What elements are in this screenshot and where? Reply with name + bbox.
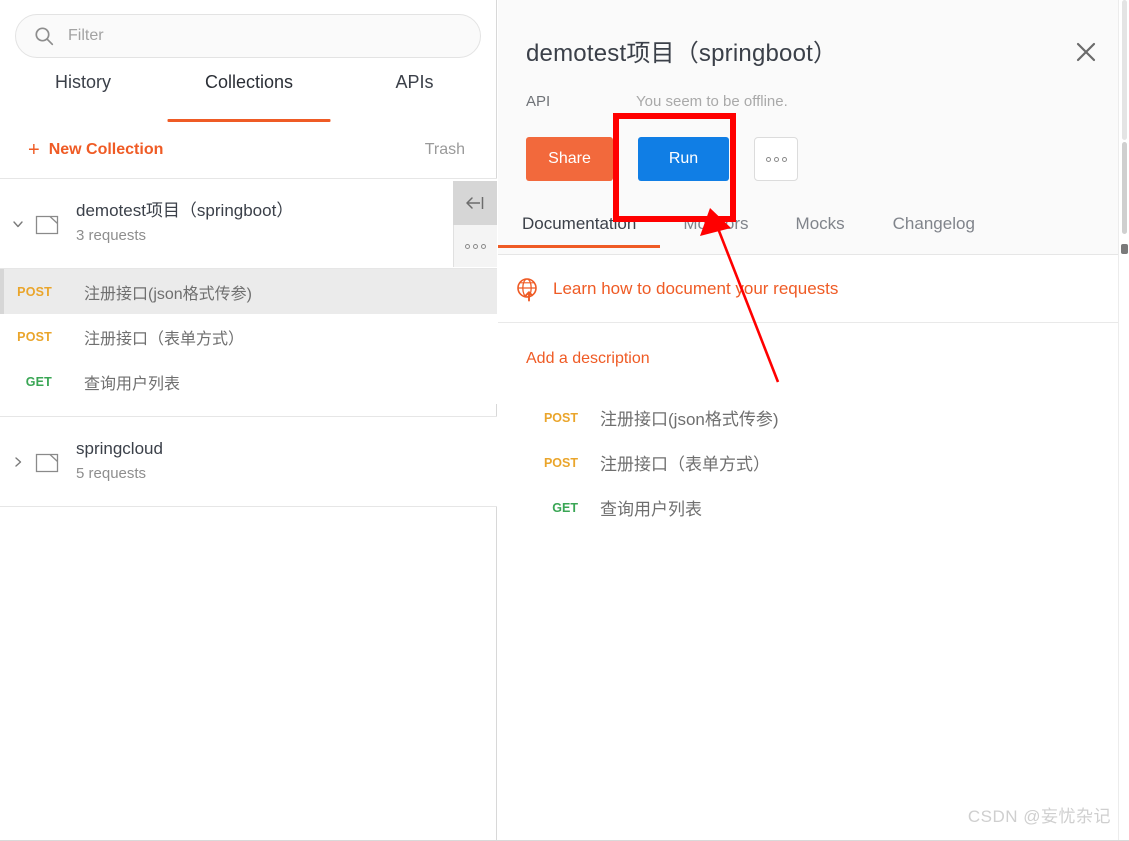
collapse-sidebar-icon — [466, 197, 484, 209]
collection-info: demotest项目（springboot） 3 requests — [76, 200, 293, 247]
request-group-demotest: POST 注册接口(json格式传参) POST 注册接口（表单方式） GET … — [0, 269, 497, 417]
offline-status: You seem to be offline. — [636, 93, 788, 110]
collection-name: demotest项目（springboot） — [76, 200, 294, 220]
add-description-link[interactable]: Add a description — [526, 350, 650, 368]
close-button[interactable] — [1069, 35, 1103, 69]
request-method: GET — [25, 374, 52, 389]
tab-history-label: History — [54, 72, 111, 92]
tab-changelog[interactable]: Changelog — [893, 210, 975, 248]
request-name: 注册接口（表单方式） — [84, 330, 245, 348]
search-bar[interactable] — [15, 14, 481, 58]
description-row[interactable]: Add a description — [498, 323, 1129, 395]
run-button[interactable]: Run — [638, 137, 729, 181]
collapse-sidebar-button[interactable] — [453, 181, 497, 225]
list-item[interactable]: POST 注册接口(json格式传参) — [518, 395, 1129, 440]
active-tab-indicator — [167, 119, 331, 122]
new-collection-label: New Collection — [48, 141, 164, 158]
api-label: API — [526, 93, 551, 110]
scrollbar-thumb[interactable] — [1122, 142, 1127, 234]
request-row[interactable]: POST 注册接口(json格式传参) — [0, 269, 497, 314]
collection-tree: demotest项目（springboot） 3 requests POST 注… — [0, 178, 497, 507]
panel-header: demotest项目（springboot） API You seem to b… — [498, 0, 1129, 255]
trash-label: Trash — [424, 141, 465, 158]
folder-icon — [34, 450, 60, 474]
plus-icon: + — [28, 139, 40, 161]
request-name: 注册接口(json格式传参) — [600, 410, 779, 429]
request-row[interactable]: GET 查询用户列表 — [0, 359, 497, 404]
tab-collections[interactable]: Collections — [166, 72, 332, 122]
list-item[interactable]: GET 查询用户列表 — [518, 485, 1129, 530]
active-panel-tab-indicator — [498, 245, 661, 248]
panel-scrollbar[interactable] — [1118, 0, 1129, 841]
collection-request-count: 5 requests — [76, 464, 147, 482]
sidebar-actions: + New Collection Trash — [0, 130, 497, 170]
close-icon — [1076, 42, 1096, 62]
tab-monitors[interactable]: Monitors — [683, 210, 748, 248]
new-collection-button[interactable]: + New Collection — [28, 140, 163, 160]
scrollbar-track-upper — [1122, 0, 1127, 140]
share-button[interactable]: Share — [526, 137, 613, 181]
request-method: POST — [17, 329, 52, 344]
trash-button[interactable]: Trash — [425, 141, 465, 159]
watermark: CSDN @妄忧杂记 — [967, 807, 1111, 826]
request-name: 注册接口(json格式传参) — [84, 285, 253, 303]
tab-documentation-label: Documentation — [522, 214, 637, 233]
more-options-icon — [465, 243, 486, 249]
chevron-right-icon[interactable] — [10, 454, 26, 470]
panel-meta: API You seem to be offline. — [526, 93, 788, 110]
request-name: 查询用户列表 — [600, 500, 702, 519]
request-method: POST — [543, 455, 578, 470]
tab-apis[interactable]: APIs — [332, 72, 497, 122]
tab-collections-label: Collections — [204, 72, 294, 92]
tab-changelog-label: Changelog — [892, 214, 975, 233]
tab-apis-label: APIs — [395, 72, 434, 92]
request-method: POST — [17, 284, 52, 299]
documentation-request-list: POST 注册接口(json格式传参) POST 注册接口（表单方式） GET … — [498, 395, 1129, 530]
collection-detail-panel: demotest项目（springboot） API You seem to b… — [498, 0, 1129, 841]
collection-info: springcloud 5 requests — [76, 438, 163, 485]
panel-actions: Share Run — [526, 137, 798, 181]
request-method: GET — [552, 500, 578, 515]
tab-documentation[interactable]: Documentation — [498, 210, 661, 248]
panel-tabs: Documentation Monitors Mocks Changelog — [498, 210, 1129, 254]
chevron-down-icon[interactable] — [10, 216, 26, 232]
learn-documentation-link[interactable]: Learn how to document your requests — [553, 279, 838, 299]
sidebar-tabs: History Collections APIs — [0, 72, 497, 122]
request-method: POST — [543, 410, 578, 425]
more-actions-button[interactable] — [754, 137, 798, 181]
folder-icon — [34, 212, 60, 236]
collection-row-springcloud[interactable]: springcloud 5 requests — [0, 417, 497, 507]
collection-name: springcloud — [76, 438, 163, 458]
globe-upload-icon — [515, 276, 541, 302]
page-title: demotest项目（springboot） — [526, 40, 838, 67]
more-actions-icon — [765, 156, 787, 162]
tab-monitors-label: Monitors — [683, 214, 749, 233]
search-input[interactable] — [68, 23, 462, 49]
postman-window: History Collections APIs + New Collectio… — [0, 0, 1129, 841]
collection-row-demotest[interactable]: demotest项目（springboot） 3 requests — [0, 179, 497, 269]
search-icon — [34, 26, 54, 46]
tab-history[interactable]: History — [0, 72, 166, 122]
tab-mocks-label: Mocks — [795, 214, 845, 233]
request-name: 注册接口（表单方式） — [600, 455, 770, 474]
scrollbar-marker — [1121, 244, 1128, 254]
tab-mocks[interactable]: Mocks — [796, 210, 845, 248]
collection-options-button[interactable] — [453, 225, 497, 267]
learn-documentation-banner[interactable]: Learn how to document your requests — [498, 255, 1129, 323]
list-item[interactable]: POST 注册接口（表单方式） — [518, 440, 1129, 485]
request-name: 查询用户列表 — [84, 375, 181, 393]
request-row[interactable]: POST 注册接口（表单方式） — [0, 314, 497, 359]
sidebar: History Collections APIs + New Collectio… — [0, 0, 497, 841]
collection-request-count: 3 requests — [76, 226, 147, 244]
